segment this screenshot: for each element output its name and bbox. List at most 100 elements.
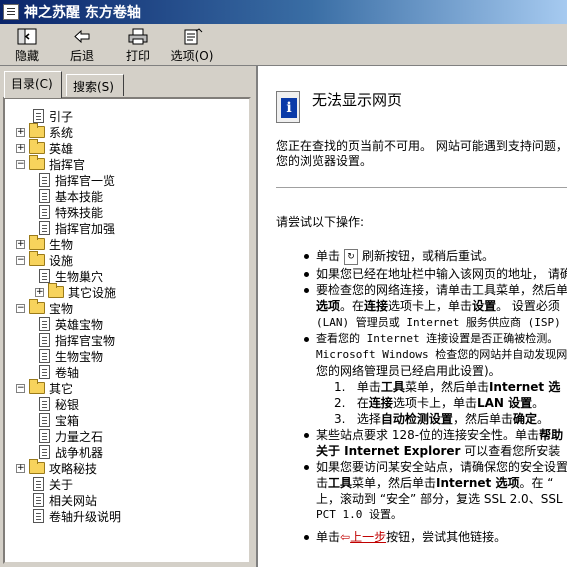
open-folder-icon bbox=[29, 155, 45, 170]
collapse-icon[interactable]: − bbox=[16, 255, 25, 265]
tree-node-label: 英雄 bbox=[49, 141, 74, 156]
tree-node-treasure-chest[interactable]: 宝箱 bbox=[39, 412, 79, 428]
info-icon: i bbox=[276, 91, 300, 123]
tree-node-facilities[interactable]: − 设施 bbox=[16, 251, 73, 268]
bullet-settings-line: 您的网络管理员已经启用此设置)。 bbox=[316, 364, 501, 378]
page-icon bbox=[39, 397, 50, 411]
tree-node-scroll-upgrade[interactable]: 卷轴升级说明 bbox=[20, 508, 121, 524]
tree-node-related-sites[interactable]: 相关网站 bbox=[20, 492, 97, 508]
title-bar: 神之苏醒 东方卷轴 bbox=[0, 0, 567, 24]
page-icon bbox=[39, 445, 50, 459]
expand-icon[interactable]: + bbox=[35, 287, 44, 297]
tree-node-scrolls[interactable]: 卷轴 bbox=[39, 364, 79, 380]
tree-node-commander-treasures[interactable]: 指挥官宝物 bbox=[39, 332, 115, 348]
page-icon bbox=[39, 205, 50, 219]
contents-tree: 引子 + 系统 + 英雄 − 指挥官 指挥官一览 基本技能 特殊技能 指挥官加强 + 生… bbox=[3, 97, 251, 564]
step-3: 3. 选择自动检测设置，然后单击确定。 bbox=[334, 412, 549, 426]
tree-node-creatures[interactable]: + 生物 bbox=[16, 235, 74, 252]
options-button[interactable]: 选项(O) bbox=[170, 28, 214, 64]
tree-node-commander-boost[interactable]: 指挥官加强 bbox=[39, 220, 115, 236]
bullet-security-line: 关于 Internet Explorer 可以查看您所安装 bbox=[316, 444, 561, 458]
print-button[interactable]: 打印 bbox=[123, 28, 153, 64]
tree-node-strategy[interactable]: + 攻略秘技 bbox=[16, 459, 98, 476]
tree-node-label: 生物 bbox=[49, 237, 74, 252]
nav-tabs: 目录(C) 搜索(S) bbox=[0, 66, 255, 98]
tree-node-basic-skills[interactable]: 基本技能 bbox=[39, 188, 103, 204]
expand-icon[interactable]: + bbox=[16, 143, 25, 153]
tree-node-label: 相关网站 bbox=[49, 493, 98, 508]
bullet-settings-line: 查看您的 Internet 连接设置是否正确被检测。 bbox=[316, 332, 559, 345]
tree-node-creature-treasures[interactable]: 生物宝物 bbox=[39, 348, 103, 364]
page-icon bbox=[39, 189, 50, 203]
back-arrow-icon bbox=[71, 28, 93, 45]
print-label: 打印 bbox=[125, 49, 150, 63]
tree-node-mithril[interactable]: 秘银 bbox=[39, 396, 79, 412]
tree-node-label: 英雄宝物 bbox=[55, 317, 104, 332]
expand-icon[interactable]: + bbox=[16, 463, 25, 473]
tree-node-intro[interactable]: 引子 bbox=[20, 108, 73, 124]
tree-node-label: 卷轴升级说明 bbox=[49, 509, 122, 524]
tree-node-label: 指挥官加强 bbox=[55, 221, 116, 236]
tree-node-treasures[interactable]: − 宝物 bbox=[16, 299, 73, 316]
page-icon bbox=[33, 477, 44, 491]
tree-node-system[interactable]: + 系统 bbox=[16, 123, 74, 140]
page-icon bbox=[39, 221, 50, 235]
refresh-icon: ↻ bbox=[344, 248, 359, 265]
tree-node-label: 其它设施 bbox=[68, 285, 117, 300]
bullet-network-line: 选项。在连接选项卡上，单击设置。 设置必须 bbox=[316, 299, 560, 313]
page-icon bbox=[39, 173, 50, 187]
tree-node-creature-dwellings[interactable]: 生物巢穴 bbox=[39, 268, 103, 284]
tab-search-label: 搜索(S) bbox=[73, 80, 114, 94]
tree-node-hero-treasures[interactable]: 英雄宝物 bbox=[39, 316, 103, 332]
expand-icon[interactable]: + bbox=[16, 239, 25, 249]
back-link[interactable]: 上一步 bbox=[350, 530, 386, 544]
bullet-refresh: 单击 ↻ 刷新按钮，或稍后重试。 bbox=[316, 248, 495, 265]
bullet-secure-site-line: 如果您要访问某安全站点，请确保您的安全设置 bbox=[316, 460, 567, 474]
collapse-icon[interactable]: − bbox=[16, 383, 25, 393]
tab-search[interactable]: 搜索(S) bbox=[66, 74, 124, 96]
page-icon bbox=[33, 493, 44, 507]
options-icon bbox=[181, 28, 203, 45]
tree-node-commander-list[interactable]: 指挥官一览 bbox=[39, 172, 115, 188]
tree-node-label: 指挥官宝物 bbox=[55, 333, 116, 348]
try-heading: 请尝试以下操作: bbox=[276, 215, 365, 229]
tree-node-other[interactable]: − 其它 bbox=[16, 379, 73, 396]
tree-node-about[interactable]: 关于 bbox=[20, 476, 73, 492]
page-icon bbox=[39, 349, 50, 363]
tree-node-label: 战争机器 bbox=[55, 445, 104, 460]
collapse-icon[interactable]: − bbox=[16, 303, 25, 313]
tree-node-special-skills[interactable]: 特殊技能 bbox=[39, 204, 103, 220]
collapse-icon[interactable]: − bbox=[16, 159, 25, 169]
open-folder-icon bbox=[29, 379, 45, 394]
bullet-settings-line: Microsoft Windows 检查您的网站并自动发现网 bbox=[316, 348, 567, 361]
page-icon bbox=[39, 317, 50, 331]
tree-node-label: 系统 bbox=[49, 125, 74, 140]
tree-node-label: 指挥官一览 bbox=[55, 173, 116, 188]
bullet-security-line: 某些站点要求 128-位的连接安全性。单击帮助 bbox=[316, 428, 564, 442]
step-2: 2. 在连接选项卡上，单击LAN 设置。 bbox=[334, 396, 545, 410]
back-button[interactable]: 后退 bbox=[67, 28, 97, 64]
tree-node-commander[interactable]: − 指挥官 bbox=[16, 155, 86, 172]
hide-button[interactable]: 隐藏 bbox=[12, 28, 42, 64]
bullet-network-line: 要检查您的网络连接，请单击工具菜单，然后单 bbox=[316, 283, 567, 297]
tab-contents[interactable]: 目录(C) bbox=[4, 71, 62, 98]
tree-node-label: 生物巢穴 bbox=[55, 269, 104, 284]
tree-node-hero[interactable]: + 英雄 bbox=[16, 139, 74, 156]
bullet bbox=[304, 254, 309, 259]
tree-node-power-stone[interactable]: 力量之石 bbox=[39, 428, 103, 444]
tree-node-label: 指挥官 bbox=[49, 157, 86, 172]
printer-icon bbox=[127, 28, 149, 45]
window-title: 神之苏醒 东方卷轴 bbox=[24, 5, 141, 21]
page-icon bbox=[39, 269, 50, 283]
tree-node-label: 关于 bbox=[49, 477, 74, 492]
tree-node-label: 生物宝物 bbox=[55, 349, 104, 364]
bullet-secure-site-line: 上，滚动到 “安全” 部分，复选 SSL 2.0、SSL bbox=[316, 492, 563, 506]
tree-node-war-machines[interactable]: 战争机器 bbox=[39, 444, 103, 460]
tree-node-label: 攻略秘技 bbox=[49, 461, 98, 476]
tree-node-other-facilities[interactable]: + 其它设施 bbox=[35, 283, 117, 300]
tree-node-label: 宝箱 bbox=[55, 413, 80, 428]
back-label: 后退 bbox=[69, 49, 94, 63]
page-icon bbox=[39, 413, 50, 427]
options-label: 选项(O) bbox=[170, 49, 214, 63]
expand-icon[interactable]: + bbox=[16, 127, 25, 137]
